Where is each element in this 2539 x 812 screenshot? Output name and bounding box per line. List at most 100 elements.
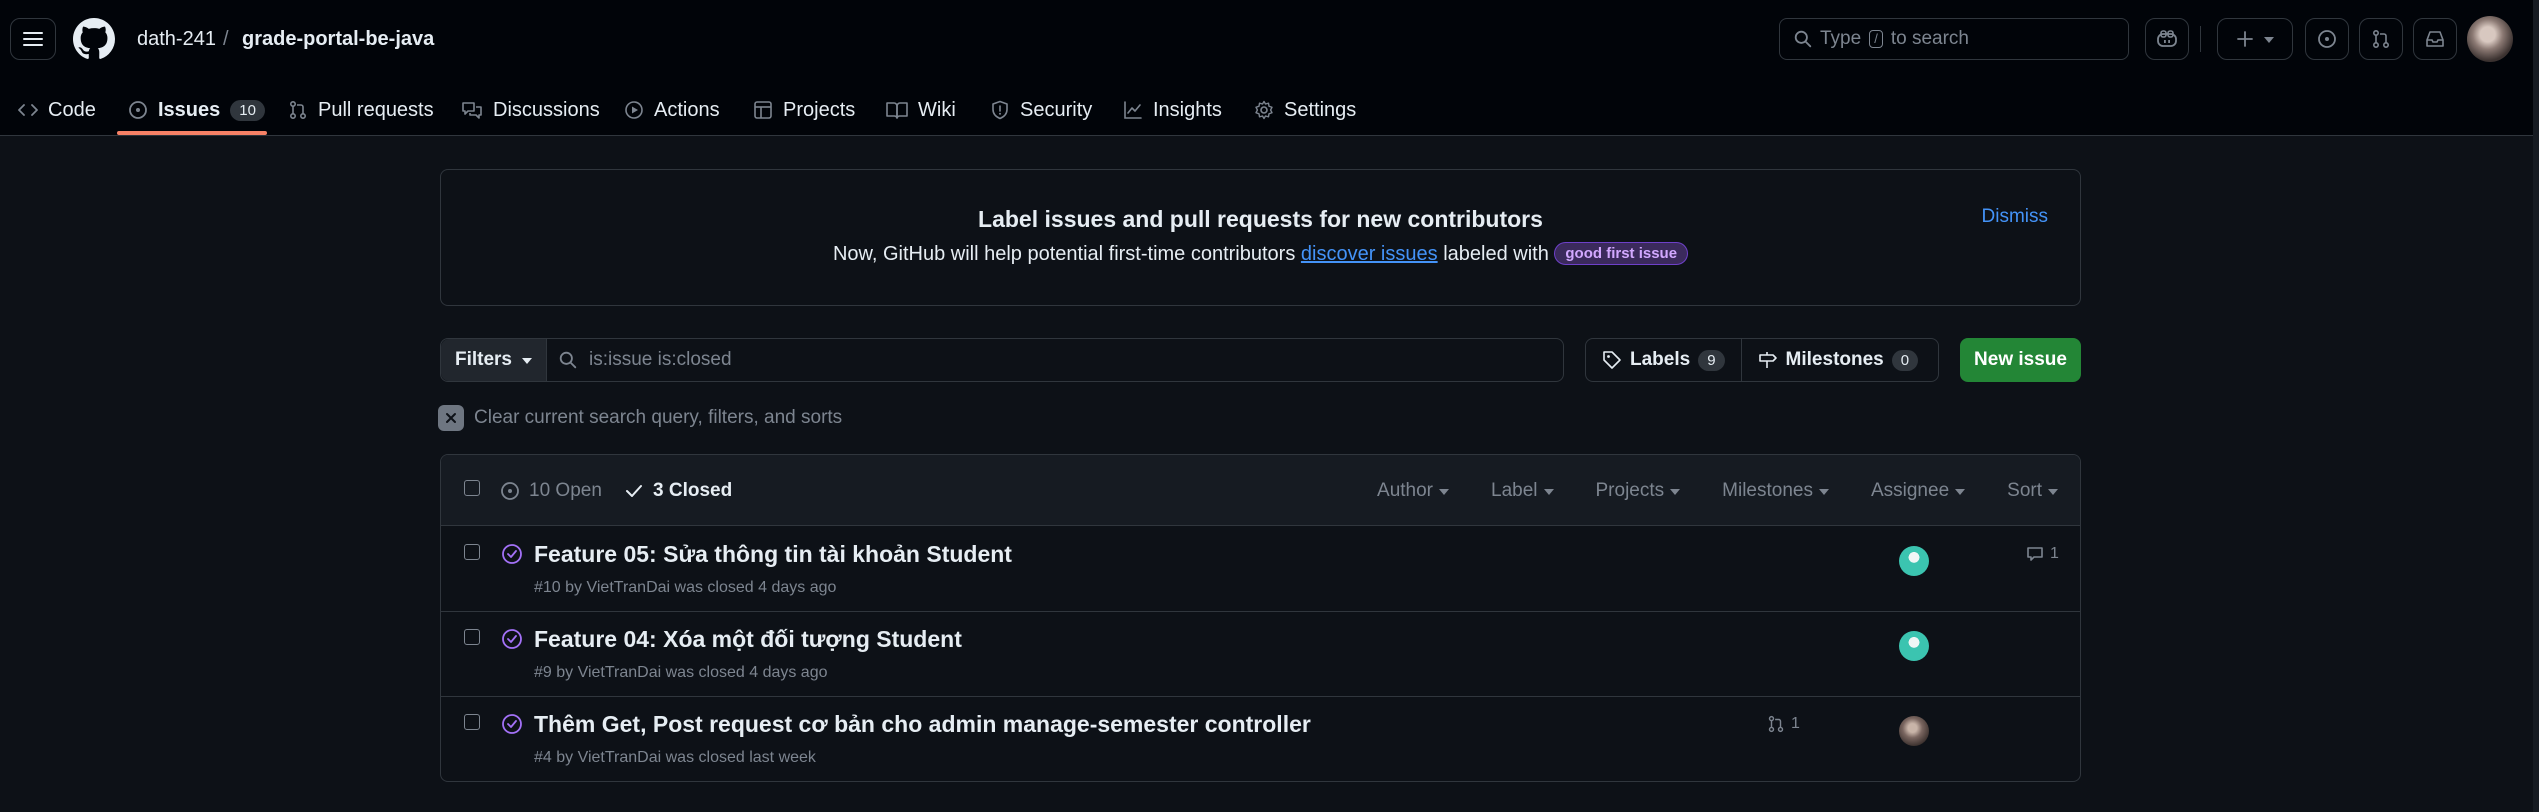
issue-meta: #9 by VietTranDai was closed 4 days ago [534,664,828,681]
dismiss-button[interactable]: Dismiss [1982,206,2049,228]
tab-discussions-label: Discussions [493,98,600,121]
labels-label: Labels [1630,349,1691,370]
clear-filters-link[interactable]: Clear current search query, filters, and… [438,405,842,431]
tab-actions[interactable]: Actions [624,84,720,136]
tab-code[interactable]: Code [18,84,96,136]
issue-search-query: is:issue is:closed [589,349,732,370]
comment-icon [2027,547,2043,561]
issue-row[interactable]: Feature 05: Sửa thông tin tài khoản Stud… [441,527,2080,612]
discover-issues-link[interactable]: discover issues [1301,243,1438,265]
tab-settings-label: Settings [1284,98,1357,121]
milestones-filter-label: Milestones [1722,480,1813,501]
linked-pull-requests[interactable]: 1 [1767,715,1800,733]
author-filter-label: Author [1377,480,1433,501]
issue-title-link[interactable]: Thêm Get, Post request cơ bản cho admin … [534,711,1311,738]
closed-issues-toggle[interactable]: 3 Closed [624,480,732,502]
tab-security-label: Security [1020,98,1093,121]
copilot-button[interactable] [2145,18,2189,60]
tab-projects[interactable]: Projects [753,84,855,136]
app-header: dath-241 / grade-portal-be-java Type / t… [0,0,2539,136]
create-new-button[interactable] [2217,18,2293,60]
graph-icon [1124,101,1142,119]
assignee-avatar[interactable] [1899,716,1929,746]
issue-meta: #4 by VietTranDai was closed last week [534,749,816,766]
tab-security[interactable]: Security [990,84,1092,136]
banner-description: Now, GitHub will help potential first-ti… [441,242,2080,266]
tab-issues-label: Issues [158,98,221,121]
github-logo-icon[interactable] [73,18,115,60]
triangle-down-icon [1818,489,1829,495]
issue-title-link[interactable]: Feature 04: Xóa một đối tượng Student [534,626,962,653]
new-issue-button[interactable]: New issue [1960,338,2081,382]
filters-label: Filters [454,349,513,370]
git-pull-request-icon [2372,29,2390,49]
milestones-filter-dropdown[interactable]: Milestones [1722,480,1829,502]
search-type-text: Type [1820,28,1862,49]
assignee-filter-dropdown[interactable]: Assignee [1871,480,1966,502]
labels-count: 9 [1698,349,1725,371]
git-pull-request-icon [1768,715,1784,733]
issues-count-badge: 10 [230,99,265,121]
issue-search-input[interactable]: is:issue is:closed [547,339,1563,381]
banner-desc-after: labeled with [1443,243,1549,265]
open-issues-toggle[interactable]: 10 Open [500,480,602,502]
issue-row[interactable]: Feature 04: Xóa một đối tượng Student #9… [441,612,2080,697]
issues-header-button[interactable] [2305,18,2349,60]
inbox-button[interactable] [2413,18,2457,60]
milestones-button[interactable]: Milestones 0 [1740,339,1935,381]
page-scrollbar[interactable] [2533,0,2539,812]
milestones-count: 0 [1891,349,1919,371]
triangle-down-icon [1439,489,1449,495]
select-all-checkbox[interactable] [464,480,480,496]
issue-checkbox[interactable] [464,629,480,645]
assignee-avatar[interactable] [1899,546,1929,576]
filters-dropdown-button[interactable]: Filters [441,339,547,381]
linked-pr-count: 1 [1791,715,1800,732]
code-icon [18,104,38,116]
good-first-issue-label[interactable]: good first issue [1554,242,1689,265]
global-search-input[interactable]: Type / to search [1779,18,2129,60]
issue-closed-icon [502,544,522,564]
author-filter-dropdown[interactable]: Author [1377,480,1449,502]
labels-button[interactable]: Labels 9 [1586,339,1741,381]
issue-checkbox[interactable] [464,714,480,730]
issues-list-header: 10 Open 3 Closed Author Label Projects M… [441,455,2080,526]
triangle-down-icon [1670,489,1681,495]
tab-wiki[interactable]: Wiki [886,84,956,136]
issue-checkbox[interactable] [464,544,480,560]
issue-title-link[interactable]: Feature 05: Sửa thông tin tài khoản Stud… [534,541,1012,568]
triangle-down-icon [2264,37,2274,43]
sort-dropdown[interactable]: Sort [2007,480,2058,502]
projects-filter-dropdown[interactable]: Projects [1596,480,1681,502]
issue-filter-bar: Filters is:issue is:closed [440,338,1564,382]
label-filter-dropdown[interactable]: Label [1491,480,1554,502]
tab-discussions[interactable]: Discussions [461,84,600,136]
tab-pull-requests[interactable]: Pull requests [288,84,434,136]
issue-meta: #10 by VietTranDai was closed 4 days ago [534,579,837,596]
triangle-down-icon [522,358,533,364]
inbox-icon [2426,31,2444,47]
user-avatar[interactable] [2467,16,2513,62]
three-bars-icon [23,32,43,46]
tab-settings[interactable]: Settings [1254,84,1356,136]
tab-insights[interactable]: Insights [1123,84,1222,136]
comment-discussion-icon [462,102,482,119]
x-icon [438,405,464,431]
tab-code-label: Code [48,98,96,121]
gear-icon [1255,100,1273,120]
issue-row[interactable]: Thêm Get, Post request cơ bản cho admin … [441,697,2080,781]
search-to-search-text: to search [1890,28,1969,49]
tab-issues[interactable]: Issues 10 [128,84,265,136]
assignee-avatar[interactable] [1899,631,1929,661]
pull-requests-header-button[interactable] [2359,18,2403,60]
comments-link[interactable]: 1 [2026,545,2059,563]
issue-opened-icon [2318,30,2336,48]
repo-name-link[interactable]: grade-portal-be-java [242,26,434,52]
issue-opened-icon [501,482,519,500]
tab-wiki-label: Wiki [918,98,956,121]
repo-owner-link[interactable]: dath-241 [137,26,216,52]
tag-icon [1603,351,1621,369]
tab-insights-label: Insights [1153,98,1222,121]
hamburger-menu-button[interactable] [10,18,56,60]
search-icon [559,351,577,369]
